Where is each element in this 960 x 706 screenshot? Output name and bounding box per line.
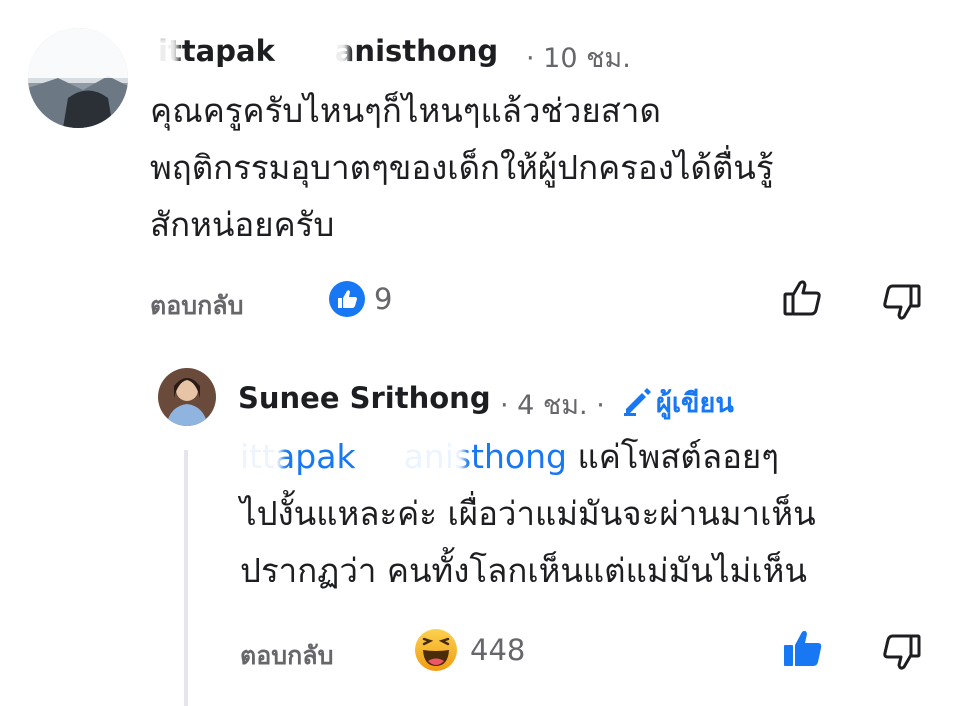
haha-reaction-icon <box>414 628 458 672</box>
comment-text: คุณครูครับไหนๆก็ไหนๆแล้วช่วยสาด พฤติกรรม… <box>150 82 950 253</box>
comment-reaction-count: 9 <box>374 282 393 316</box>
reply-reaction-count: 448 <box>470 633 526 667</box>
reply-reply-button[interactable]: ตอบกลับ <box>240 636 333 676</box>
reply-text-line: แค่โพสต์ลอยๆ <box>566 437 779 476</box>
reply-thread-line <box>184 450 188 706</box>
avatar-photo <box>28 28 128 128</box>
comment-avatar[interactable] <box>28 28 128 128</box>
author-badge: ผู้เขียน <box>656 388 734 419</box>
comment-text-line: พฤติกรรมอุบาตๆของเด็กให้ผู้ปกครองได้ตื่น… <box>150 148 774 187</box>
pencil-icon <box>620 383 654 421</box>
comment-text-line: คุณครูครับไหนๆก็ไหนๆแล้วช่วยสาด <box>150 91 661 130</box>
comment-reply-button[interactable]: ตอบกลับ <box>150 286 243 326</box>
like-reaction-icon <box>328 280 366 318</box>
reply-text-line: ปรากฏว่า คนทั้งโลกเห็นแต่แม่มันไม่เห็น <box>240 551 807 590</box>
reply-text-line: ไปงั้นแหละค่ะ เผื่อว่าแม่มันจะผ่านมาเห็น <box>240 494 816 533</box>
reply-timestamp[interactable]: · 4 ชม. · <box>500 383 605 426</box>
thumbs-up-filled-icon[interactable] <box>782 628 824 674</box>
reply-reactions[interactable]: 448 <box>414 628 525 672</box>
reply-author-name[interactable]: Sunee Srithong <box>238 381 491 415</box>
comment-timestamp[interactable]: · 10 ชม. <box>526 36 631 79</box>
thumbs-down-icon[interactable] <box>880 282 922 326</box>
reply-avatar[interactable] <box>158 368 216 426</box>
comment-text-line: สักหน่อยครับ <box>150 205 335 244</box>
comment-author-name-right: anisthong <box>334 34 499 68</box>
avatar-photo <box>158 368 216 426</box>
comment-reactions[interactable]: 9 <box>328 280 392 318</box>
thumbs-up-icon[interactable] <box>782 278 824 322</box>
reply-text: ittapak anisthong แค่โพสต์ลอยๆ ไปงั้นแหละ… <box>240 428 960 599</box>
thumbs-down-icon[interactable] <box>880 632 922 676</box>
